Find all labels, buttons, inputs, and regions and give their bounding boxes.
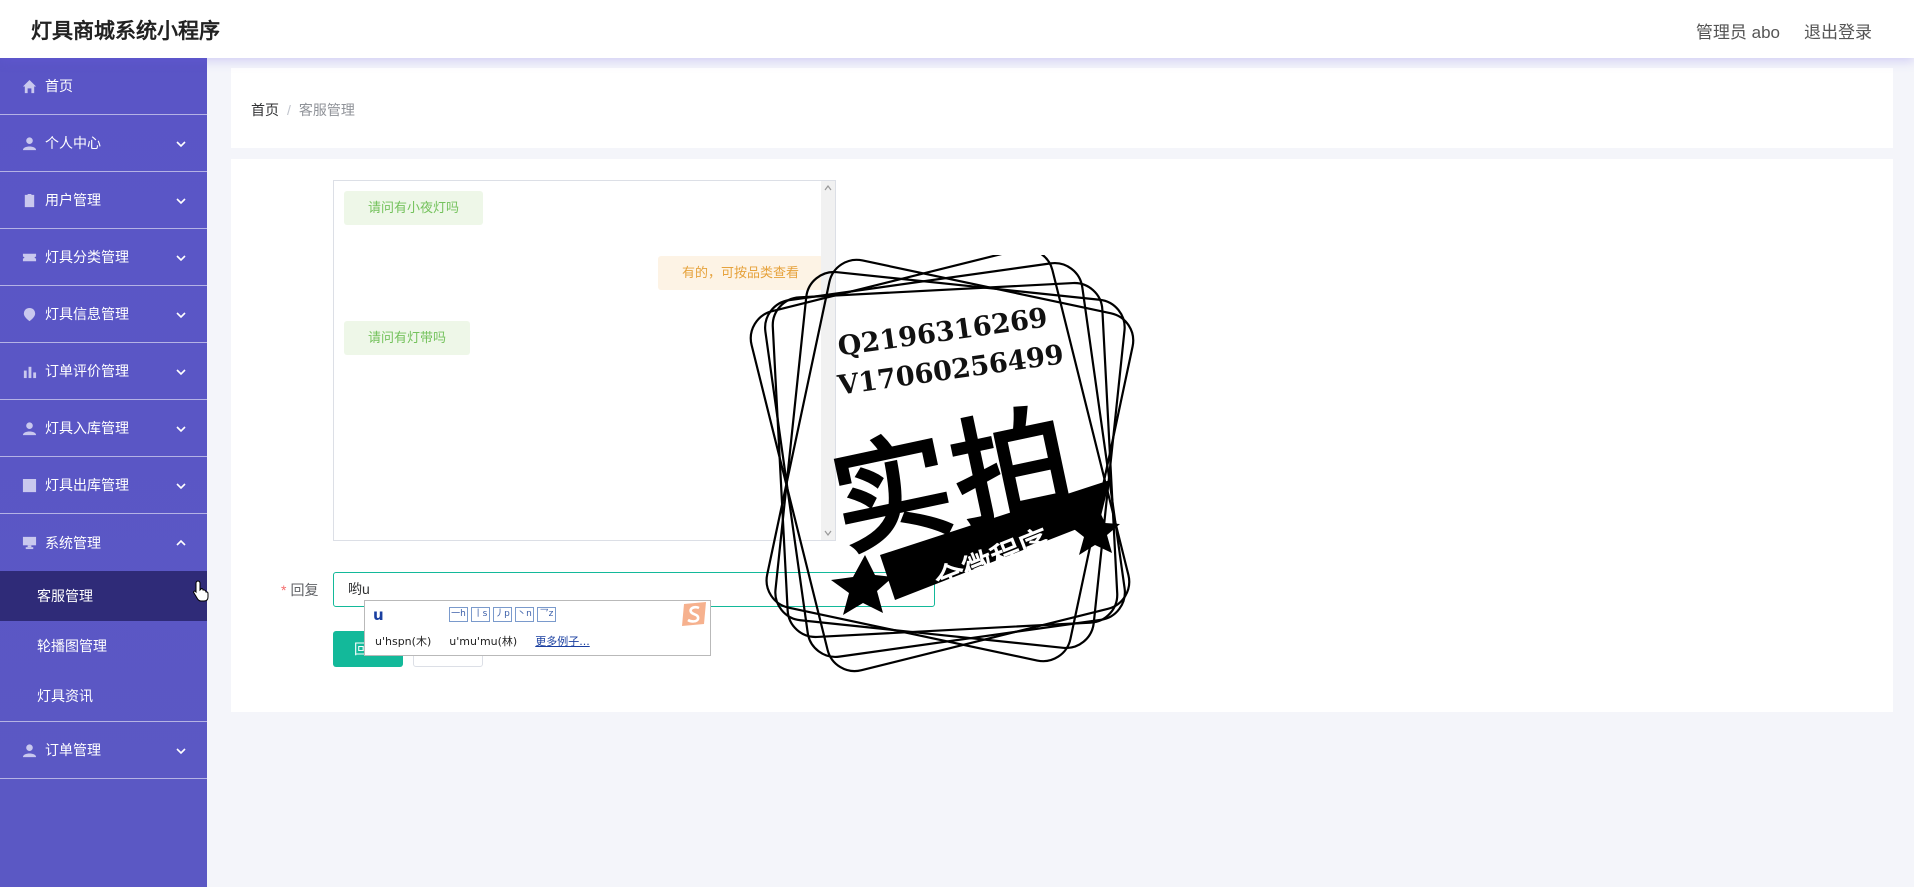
ime-composition: u bbox=[373, 606, 384, 624]
sidebar-item-stock-out[interactable]: 灯具出库管理 bbox=[0, 457, 207, 514]
sidebar-item-label: 灯具出库管理 bbox=[45, 477, 129, 493]
user-icon bbox=[21, 135, 37, 151]
app-title: 灯具商城系统小程序 bbox=[31, 20, 220, 43]
chat-message-left: 请问有小夜灯吗 bbox=[344, 191, 484, 225]
chat-message-left: 请问有灯带吗 bbox=[344, 321, 471, 355]
reply-label: * 回复 bbox=[281, 580, 318, 600]
sidebar-item-label: 系统管理 bbox=[45, 534, 101, 551]
chevron-down-icon bbox=[175, 137, 187, 149]
location-icon bbox=[21, 306, 37, 322]
ime-stroke-key[interactable]: 一h bbox=[449, 607, 468, 622]
ime-stroke-key[interactable]: 丨s bbox=[471, 607, 490, 622]
chevron-down-icon bbox=[175, 422, 187, 434]
sidebar-item-home[interactable]: 首页 bbox=[0, 58, 207, 115]
ticket-icon bbox=[21, 249, 37, 265]
chevron-down-icon bbox=[175, 744, 187, 756]
sidebar-subitem-label: 客服管理 bbox=[37, 588, 93, 604]
logout-link[interactable]: 退出登录 bbox=[1804, 18, 1872, 43]
sidebar: 首页 个人中心 用户管理 灯具分类管理 灯具信息管理 订单评价管理 灯具入库管理… bbox=[0, 58, 207, 887]
sidebar-item-order-review[interactable]: 订单评价管理 bbox=[0, 343, 207, 400]
clipboard-icon bbox=[21, 192, 37, 208]
ime-candidates: u'hspn(木) u'mu'mu(林) 更多例子... bbox=[375, 633, 590, 649]
sidebar-item-system-management[interactable]: 系统管理 bbox=[0, 514, 207, 571]
chevron-down-icon bbox=[175, 365, 187, 377]
sidebar-subitem-lamp-news[interactable]: 灯具资讯 bbox=[0, 671, 207, 721]
required-mark: * bbox=[281, 582, 287, 598]
sidebar-item-label: 灯具信息管理 bbox=[45, 306, 129, 322]
bar-chart-icon bbox=[21, 363, 37, 379]
ime-stroke-key[interactable]: 丿p bbox=[493, 607, 512, 622]
user-icon bbox=[21, 742, 37, 758]
chevron-down-icon bbox=[175, 308, 187, 320]
sidebar-item-label: 订单管理 bbox=[45, 742, 101, 758]
sidebar-subitem-label: 轮播图管理 bbox=[37, 638, 107, 654]
chat-scrollbar[interactable] bbox=[821, 181, 835, 540]
sidebar-subitem-customer-service[interactable]: 客服管理 bbox=[0, 571, 207, 621]
sidebar-item-personal-center[interactable]: 个人中心 bbox=[0, 115, 207, 172]
breadcrumb-separator: / bbox=[287, 102, 291, 118]
sidebar-item-label: 首页 bbox=[45, 78, 73, 94]
top-header: 灯具商城系统小程序 管理员 abo 退出登录 bbox=[0, 0, 1914, 58]
breadcrumb-home[interactable]: 首页 bbox=[251, 102, 279, 118]
sidebar-item-lamp-info[interactable]: 灯具信息管理 bbox=[0, 286, 207, 343]
chart-box-icon bbox=[21, 477, 37, 493]
sidebar-item-label: 个人中心 bbox=[45, 135, 101, 151]
scroll-up-icon[interactable] bbox=[824, 184, 832, 192]
monitor-icon bbox=[21, 535, 37, 551]
sidebar-item-label: 灯具入库管理 bbox=[45, 420, 129, 436]
sidebar-item-label: 订单评价管理 bbox=[45, 363, 129, 379]
breadcrumb-current: 客服管理 bbox=[298, 102, 355, 118]
ime-candidate-popup[interactable]: u 一h 丨s 丿p 丶n 乛z u'hspn(木) u'mu'mu(林) 更多… bbox=[364, 600, 711, 656]
chat-history[interactable]: 请问有小夜灯吗 有的，可按品类查看 请问有灯带吗 bbox=[333, 180, 836, 541]
reply-label-text: 回复 bbox=[290, 582, 319, 598]
home-icon bbox=[21, 78, 37, 94]
sidebar-item-order-management[interactable]: 订单管理 bbox=[0, 722, 207, 779]
sidebar-subitem-label: 灯具资讯 bbox=[37, 688, 93, 704]
sidebar-item-category-management[interactable]: 灯具分类管理 bbox=[0, 229, 207, 286]
ime-candidate[interactable]: u'mu'mu(林) bbox=[449, 633, 517, 649]
chevron-down-icon bbox=[175, 194, 187, 206]
hand-cursor-icon bbox=[193, 580, 209, 602]
user-label[interactable]: 管理员 abo bbox=[1696, 18, 1780, 43]
ime-candidate[interactable]: u'hspn(木) bbox=[375, 633, 431, 649]
sogou-logo-icon bbox=[682, 602, 706, 626]
ime-stroke-key[interactable]: 丶n bbox=[515, 607, 534, 622]
scroll-down-icon[interactable] bbox=[824, 529, 832, 537]
chat-message-right: 有的，可按品类查看 bbox=[657, 256, 823, 290]
sidebar-item-label: 灯具分类管理 bbox=[45, 249, 129, 265]
sidebar-subitem-carousel[interactable]: 轮播图管理 bbox=[0, 621, 207, 671]
ime-stroke-key[interactable]: 乛z bbox=[537, 607, 556, 622]
ime-stroke-keys: 一h 丨s 丿p 丶n 乛z bbox=[449, 607, 556, 622]
chevron-down-icon bbox=[175, 251, 187, 263]
sidebar-item-user-management[interactable]: 用户管理 bbox=[0, 172, 207, 229]
breadcrumb: 首页 / 客服管理 bbox=[251, 100, 355, 120]
sidebar-item-label: 用户管理 bbox=[45, 192, 101, 208]
sidebar-item-stock-in[interactable]: 灯具入库管理 bbox=[0, 400, 207, 457]
system-submenu: 客服管理 轮播图管理 灯具资讯 bbox=[0, 571, 207, 722]
user-icon bbox=[21, 420, 37, 436]
chevron-up-icon bbox=[175, 536, 187, 548]
ime-more-link[interactable]: 更多例子... bbox=[535, 633, 590, 649]
chevron-down-icon bbox=[175, 479, 187, 491]
header-actions: 管理员 abo 退出登录 bbox=[1696, 18, 1872, 43]
breadcrumb-card: 首页 / 客服管理 bbox=[231, 68, 1893, 148]
